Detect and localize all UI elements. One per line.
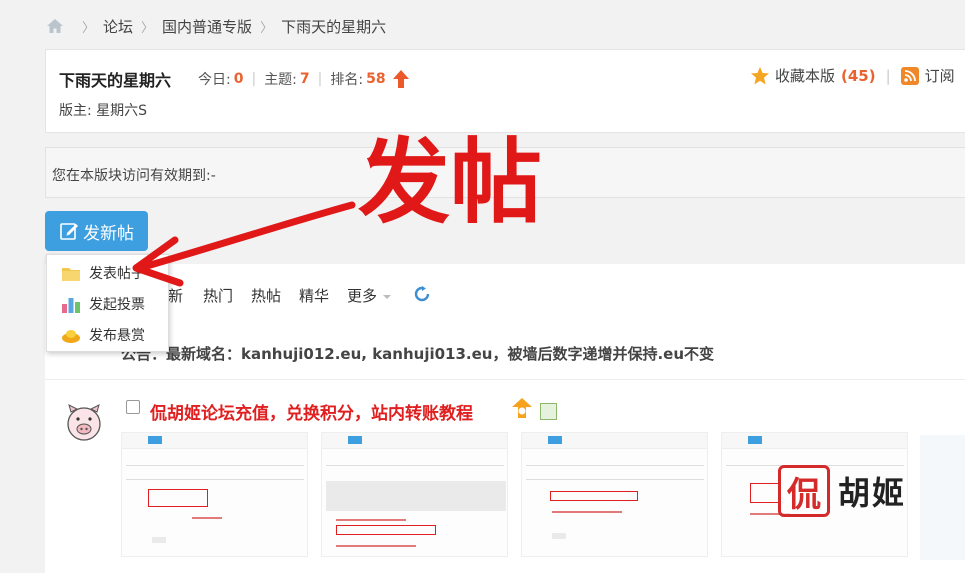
- favorite-count: (45): [841, 66, 876, 85]
- chevron-right-icon: 〉: [82, 20, 96, 36]
- tab-hot-threads[interactable]: 热帖: [251, 285, 281, 306]
- access-notice: 您在本版块访问有效期到:-: [45, 147, 965, 198]
- chevron-right-icon: 〉: [141, 20, 155, 36]
- new-post-label: 发新帖: [83, 223, 134, 244]
- tab-new[interactable]: 新: [168, 285, 183, 306]
- gold-ingot-icon: [62, 330, 80, 343]
- topics-value: 7: [299, 71, 310, 87]
- hot-thread-icon: [512, 398, 532, 418]
- menu-item-post[interactable]: 发表帖子: [61, 263, 145, 283]
- forum-header: 下雨天的星期六 今日: 0 | 主题: 7 | 排名: 58 版主: 星期六S …: [45, 49, 965, 133]
- site-watermark: 侃 胡姬: [778, 465, 906, 517]
- image-attachment-icon: [540, 403, 557, 420]
- breadcrumb-forum[interactable]: 论坛: [103, 16, 133, 37]
- tab-digest[interactable]: 精华: [299, 285, 329, 306]
- forum-title: 下雨天的星期六: [59, 71, 172, 90]
- new-post-button[interactable]: 发新帖: [45, 211, 148, 251]
- folder-icon: [62, 268, 80, 281]
- breadcrumb-category[interactable]: 国内普通专版: [162, 16, 252, 37]
- menu-item-reward[interactable]: 发布悬赏: [61, 325, 145, 345]
- announcement-text[interactable]: 公告：最新域名：kanhuji012.eu, kanhuji013.eu，被墙后…: [121, 343, 714, 364]
- star-icon: [751, 66, 769, 84]
- tab-more-label: 更多: [347, 287, 378, 305]
- today-label: 今日:: [198, 72, 231, 88]
- moderator: 版主: 星期六S: [59, 103, 148, 119]
- thread-thumbnail[interactable]: [121, 432, 308, 557]
- edit-icon: [60, 223, 78, 240]
- menu-item-poll[interactable]: 发起投票: [61, 294, 145, 314]
- rank-label: 排名:: [330, 72, 364, 88]
- bar-chart-icon: [62, 298, 80, 313]
- avatar[interactable]: [66, 404, 102, 442]
- announcement-row: 公告：最新域名：kanhuji012.eu, kanhuji013.eu，被墙后…: [45, 324, 965, 380]
- annotation-arrow: [136, 201, 356, 272]
- rank-value: 58: [366, 71, 386, 87]
- thread-thumbnail[interactable]: [920, 435, 965, 560]
- chevron-right-icon: 〉: [260, 20, 274, 36]
- thread-checkbox[interactable]: [126, 400, 140, 414]
- tab-more[interactable]: 更多: [347, 285, 392, 306]
- thread-thumbnail[interactable]: [321, 432, 508, 557]
- home-icon[interactable]: [46, 18, 64, 34]
- watermark-logo: 侃: [778, 465, 830, 517]
- forum-stats: 今日: 0 | 主题: 7 | 排名: 58: [198, 69, 410, 89]
- rank-up-icon: [392, 70, 409, 88]
- refresh-icon[interactable]: [414, 286, 430, 302]
- thread-thumbnail[interactable]: [521, 432, 708, 557]
- watermark-text: 胡姬: [838, 474, 907, 512]
- forum-actions: 收藏本版 (45) | 订阅: [750, 65, 955, 86]
- breadcrumb: 〉 论坛 〉 国内普通专版 〉 下雨天的星期六: [46, 14, 386, 38]
- favorite-button[interactable]: 收藏本版: [775, 65, 835, 86]
- subscribe-button[interactable]: 订阅: [925, 65, 955, 86]
- chevron-down-icon: [382, 295, 391, 299]
- menu-item-reward-label: 发布悬赏: [89, 328, 145, 344]
- filter-tabs: 新 热门 热帖 精华 更多: [45, 264, 965, 324]
- rss-icon: [900, 66, 919, 85]
- topics-label: 主题:: [264, 72, 297, 88]
- menu-item-post-label: 发表帖子: [89, 266, 145, 282]
- breadcrumb-current[interactable]: 下雨天的星期六: [281, 16, 386, 37]
- tab-hot[interactable]: 热门: [203, 285, 233, 306]
- menu-item-poll-label: 发起投票: [89, 297, 145, 313]
- thread-title[interactable]: 侃胡姬论坛充值，兑换积分，站内转账教程: [150, 399, 473, 424]
- today-value: 0: [233, 71, 244, 87]
- new-post-dropdown: 发表帖子 发起投票 发布悬赏: [46, 254, 169, 352]
